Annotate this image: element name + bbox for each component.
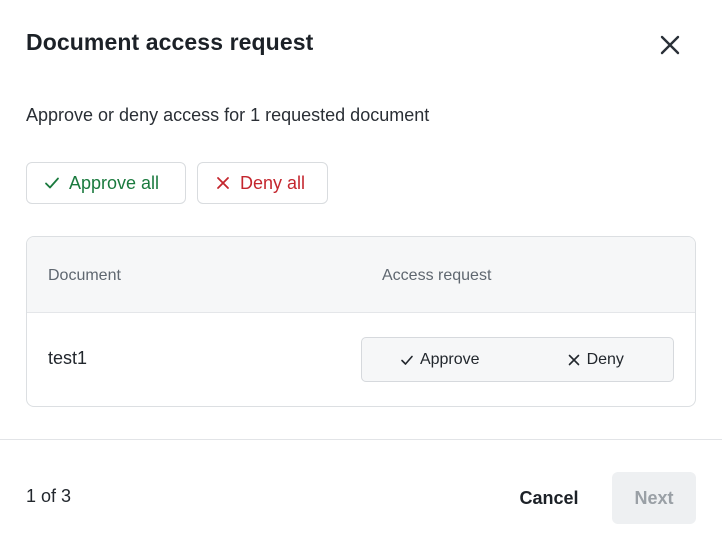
deny-all-label: Deny all bbox=[240, 172, 306, 193]
column-header-access-request: Access request bbox=[382, 267, 492, 284]
pagination-indicator: 1 of 3 bbox=[26, 486, 72, 506]
deny-button[interactable]: Deny bbox=[518, 338, 674, 381]
deny-all-button[interactable]: Deny all bbox=[197, 162, 328, 204]
footer-divider bbox=[0, 439, 722, 440]
table-row: test1 Approve Deny bbox=[27, 314, 695, 406]
x-icon bbox=[217, 177, 229, 189]
table-header: Document Access request bbox=[27, 237, 695, 313]
cancel-button[interactable]: Cancel bbox=[504, 472, 594, 524]
column-header-document: Document bbox=[48, 267, 121, 284]
checkmark-icon bbox=[45, 177, 59, 189]
approve-all-button[interactable]: Approve all bbox=[26, 162, 186, 204]
approve-label: Approve bbox=[419, 350, 480, 368]
x-icon bbox=[568, 354, 579, 365]
close-button[interactable] bbox=[652, 27, 688, 63]
close-icon bbox=[660, 35, 680, 55]
approve-button[interactable]: Approve bbox=[362, 338, 518, 381]
documents-table: Document Access request test1 Approve De… bbox=[26, 236, 696, 407]
dialog-title: Document access request bbox=[26, 29, 314, 55]
approve-all-label: Approve all bbox=[69, 172, 160, 193]
deny-label: Deny bbox=[586, 350, 624, 368]
access-decision-toggle: Approve Deny bbox=[361, 337, 674, 382]
dialog-subtitle: Approve or deny access for 1 requested d… bbox=[26, 105, 430, 125]
document-name: test1 bbox=[48, 348, 88, 368]
checkmark-icon bbox=[401, 355, 413, 365]
access-request-dialog: Document access request Approve or deny … bbox=[0, 0, 722, 552]
next-button[interactable]: Next bbox=[612, 472, 696, 524]
